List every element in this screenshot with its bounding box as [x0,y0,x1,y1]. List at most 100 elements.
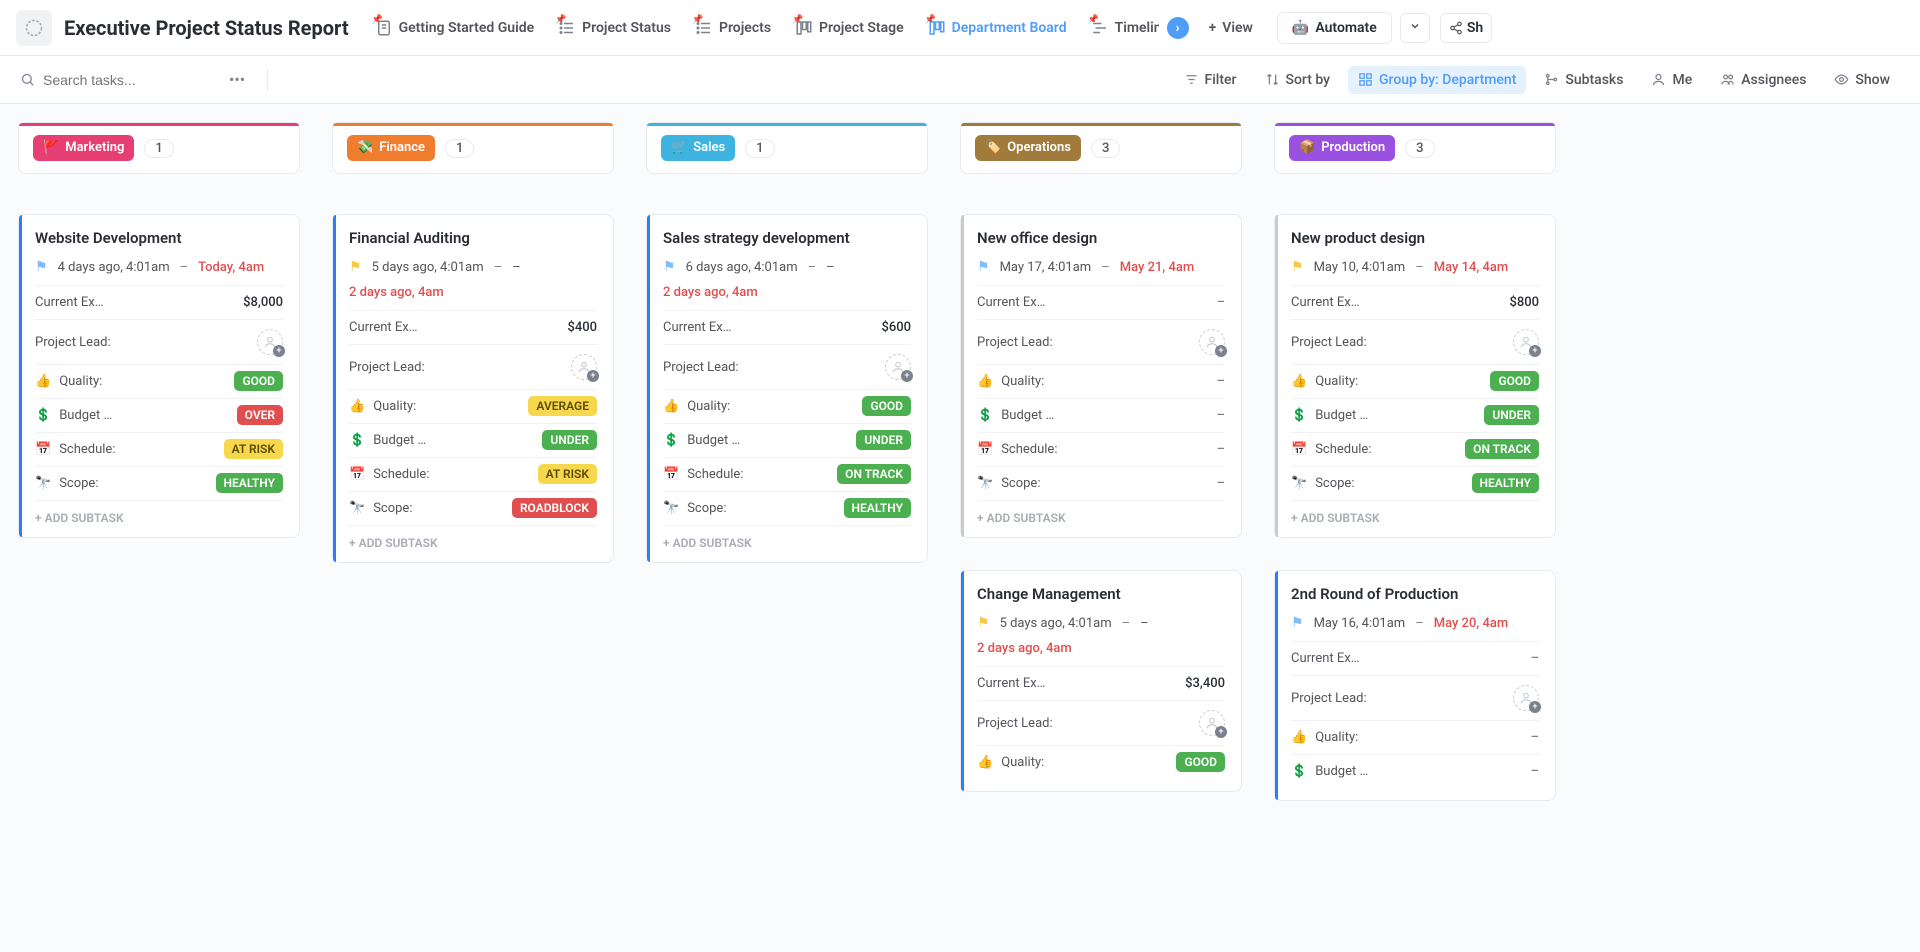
card-accent [961,215,964,537]
card-title: Change Management [977,585,1225,603]
share-button[interactable]: Sh [1440,13,1492,43]
date-start: 5 days ago, 4:01am [372,260,484,275]
status-badge: HEALTHY [1472,473,1539,493]
department-chip[interactable]: 🚩 Marketing [33,135,134,161]
toolbar: ••• Filter Sort by Group by: Department … [0,56,1920,104]
project-lead-label: Project Lead: [663,360,739,375]
thumbs-up-icon: 👍 [663,399,679,414]
sort-button[interactable]: Sort by [1255,66,1341,94]
assignee-placeholder[interactable]: + [1199,329,1225,355]
assignee-placeholder[interactable]: + [571,354,597,380]
filter-button[interactable]: Filter [1174,66,1247,94]
date-start: May 16, 4:01am [1314,616,1406,631]
flag-icon[interactable]: ⚑ [977,615,990,631]
task-card[interactable]: Financial Auditing ⚑ 5 days ago, 4:01am … [332,214,614,563]
search-input[interactable] [43,72,213,88]
add-subtask-button[interactable]: + ADD SUBTASK [35,500,283,525]
department-chip[interactable]: 📦 Production [1289,135,1395,161]
show-button[interactable]: Show [1824,66,1900,94]
assignee-placeholder[interactable]: + [1513,329,1539,355]
status-badge: HEALTHY [844,498,911,518]
flag-icon[interactable]: ⚑ [1291,615,1304,631]
column-accent [961,123,1241,126]
add-subtask-button[interactable]: + ADD SUBTASK [349,525,597,550]
card-accent [1275,571,1278,800]
tab-getting-started[interactable]: 📌 Getting Started Guide [363,11,547,45]
quality-label: Quality: [1001,755,1044,770]
schedule-label: Schedule: [1315,442,1371,457]
scope-icon: 🔭 [977,476,993,491]
flag-icon[interactable]: ⚑ [977,259,990,275]
dollar-icon: 💲 [1291,408,1307,423]
project-lead-label: Project Lead: [35,335,111,350]
date-separator: – [808,260,817,275]
group-by-button[interactable]: Group by: Department [1348,66,1526,94]
date-separator: – [1415,260,1424,275]
column-header[interactable]: 🚩 Marketing 1 [18,122,300,174]
task-card[interactable]: Change Management ⚑ 5 days ago, 4:01am –… [960,570,1242,792]
date-separator: – [1415,616,1424,631]
scope-icon: 🔭 [1291,476,1307,491]
date-end: May 20, 4am [1434,616,1509,631]
column-header[interactable]: 💸 Finance 1 [332,122,614,174]
task-card[interactable]: Website Development ⚑ 4 days ago, 4:01am… [18,214,300,538]
assignee-placeholder[interactable]: + [1199,710,1225,736]
cards-list: New product design ⚑ May 10, 4:01am – Ma… [1274,214,1556,801]
assignee-placeholder[interactable]: + [257,329,283,355]
current-expense-label: Current Ex… [663,320,731,335]
tab-label: Department Board [952,20,1067,36]
flag-icon[interactable]: ⚑ [663,259,676,275]
current-expense-value: – [1217,295,1225,310]
assignee-placeholder[interactable]: + [1513,685,1539,711]
column-header[interactable]: 📦 Production 3 [1274,122,1556,174]
flag-icon[interactable]: ⚑ [1291,259,1304,275]
add-subtask-button[interactable]: + ADD SUBTASK [663,525,911,550]
flag-icon[interactable]: ⚑ [349,259,362,275]
tab-project-status[interactable]: 📌 Project Status [546,11,683,45]
flag-icon[interactable]: ⚑ [35,259,48,275]
overdue-date: 2 days ago, 4am [977,641,1225,656]
add-view-button[interactable]: + View [1199,12,1263,44]
board-column: 📦 Production 3 New product design ⚑ May … [1274,122,1556,801]
task-card[interactable]: New office design ⚑ May 17, 4:01am – May… [960,214,1242,538]
overdue-date: 2 days ago, 4am [663,285,911,300]
scope-label: Scope: [59,476,98,491]
status-badge: UNDER [856,430,911,450]
date-end: May 21, 4am [1120,260,1195,275]
search-box[interactable] [20,72,213,88]
calendar-icon: 📅 [349,467,365,482]
department-chip[interactable]: 💸 Finance [347,135,435,161]
department-chip[interactable]: 🛒 Sales [661,135,735,161]
automate-dropdown[interactable] [1400,13,1430,43]
add-subtask-button[interactable]: + ADD SUBTASK [1291,500,1539,525]
cards-list: Website Development ⚑ 4 days ago, 4:01am… [18,214,300,538]
date-end: – [512,260,521,275]
task-card[interactable]: Sales strategy development ⚑ 6 days ago,… [646,214,928,563]
add-subtask-button[interactable]: + ADD SUBTASK [977,500,1225,525]
automate-button[interactable]: 🤖 Automate [1277,12,1392,44]
app-icon[interactable] [16,10,52,46]
project-lead-label: Project Lead: [977,716,1053,731]
task-card[interactable]: New product design ⚑ May 10, 4:01am – Ma… [1274,214,1556,538]
assignee-placeholder[interactable]: + [885,354,911,380]
column-header[interactable]: 🏷️ Operations 3 [960,122,1242,174]
search-icon [20,72,35,87]
tab-project-stage[interactable]: 📌 Project Stage [783,11,916,45]
tab-projects[interactable]: 📌 Projects [683,11,783,45]
assignees-button[interactable]: Assignees [1710,66,1816,94]
budget-label: Budget … [687,433,740,448]
dollar-icon: 💲 [349,433,365,448]
quality-label: Quality: [1315,374,1358,389]
column-header[interactable]: 🛒 Sales 1 [646,122,928,174]
column-accent [333,123,613,126]
tab-timeline[interactable]: 📌 Timeline [1079,11,1159,45]
department-chip[interactable]: 🏷️ Operations [975,135,1081,161]
department-emoji: 🏷️ [985,139,1001,157]
task-card[interactable]: 2nd Round of Production ⚑ May 16, 4:01am… [1274,570,1556,801]
subtasks-button[interactable]: Subtasks [1534,66,1633,94]
show-label: Show [1855,72,1890,88]
tabs-scroll-right[interactable]: › [1167,17,1189,39]
tab-department-board[interactable]: 📌 Department Board [916,11,1079,45]
me-button[interactable]: Me [1641,66,1702,94]
more-menu[interactable]: ••• [221,70,253,89]
